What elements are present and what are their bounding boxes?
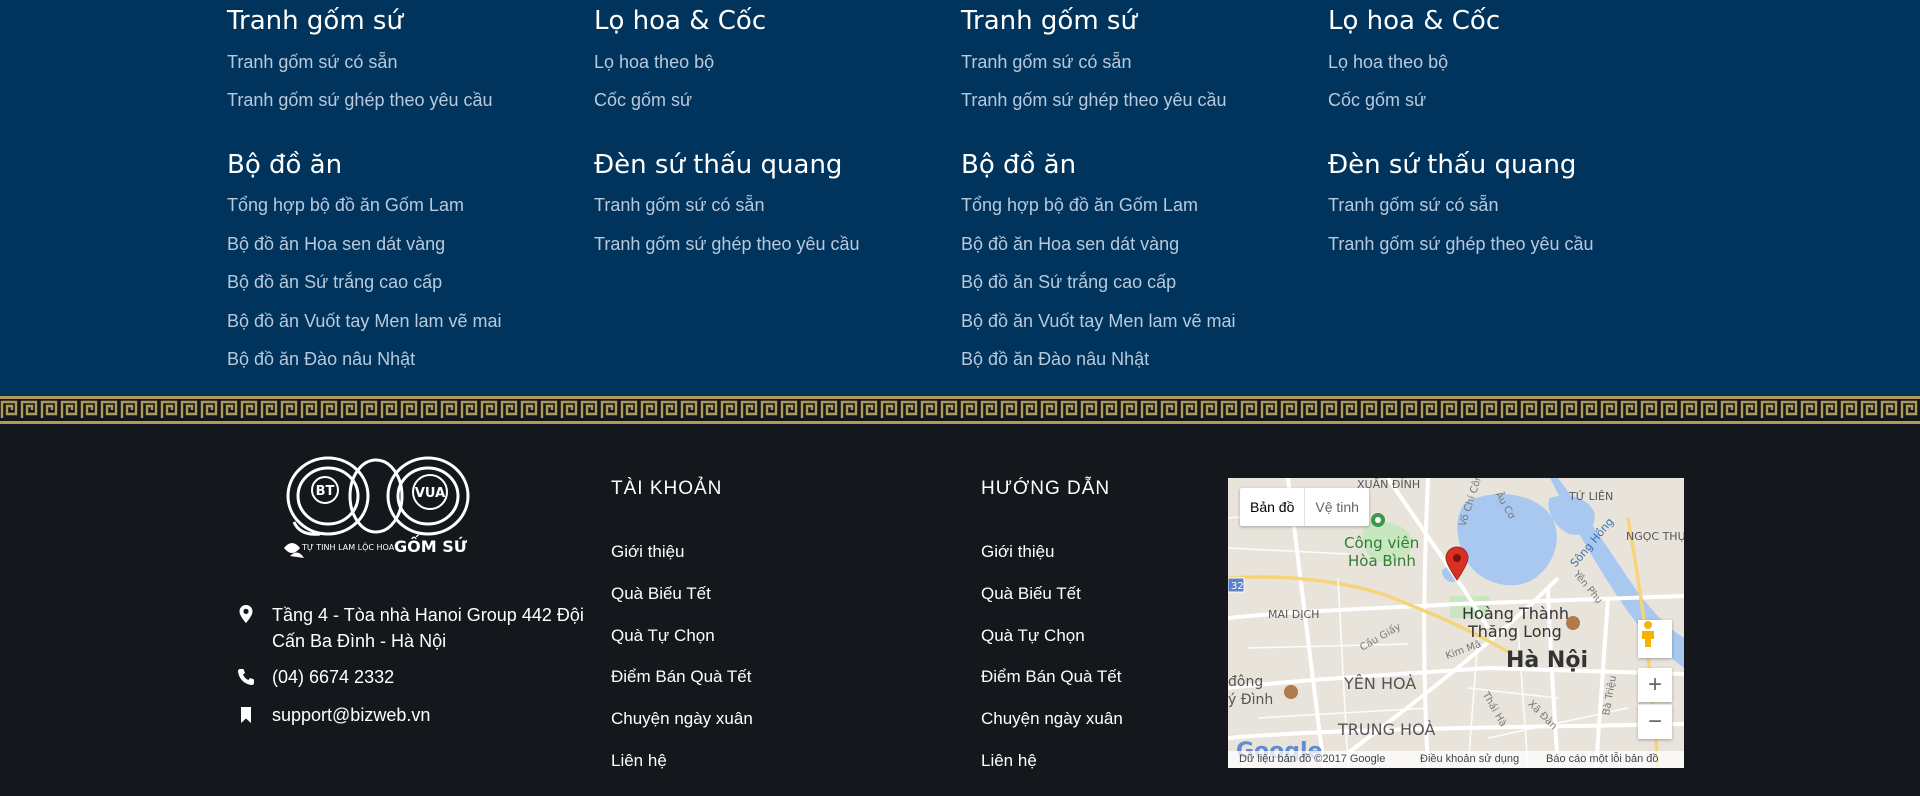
menu-link[interactable]: Tranh gốm sứ ghép theo yêu cầu (1328, 234, 1594, 255)
menu-link[interactable]: Bộ đồ ăn Đào nâu Nhật (227, 349, 415, 370)
menu-link[interactable]: Tranh gốm sứ có sẵn (594, 195, 764, 216)
menu-link[interactable]: Tổng hợp bộ đồ ăn Gốm Lam (227, 195, 464, 216)
map-label-tu-lien: TỨ LIÊN (1569, 490, 1614, 503)
menu-group-title[interactable]: Đèn sứ thấu quang (594, 150, 842, 180)
brand-logo[interactable]: BT VUA TỰ TINH LAM LỘC HOA GỐM SỨ (280, 452, 472, 568)
map-label-ngoc-thuy: NGỌC THỤY (1626, 530, 1684, 543)
menu-link[interactable]: Tổng hợp bộ đồ ăn Gốm Lam (961, 195, 1198, 216)
contact-address: Tầng 4 - Tòa nhà Hanoi Group 442 Đội Cấn… (236, 602, 596, 656)
map-type-satellite[interactable]: Vệ tinh (1304, 488, 1369, 526)
menu-group-title[interactable]: Tranh gốm sứ (961, 6, 1137, 36)
map-terms-link[interactable]: Điều khoản sử dụng (1420, 753, 1519, 765)
menu-link[interactable]: Tranh gốm sứ ghép theo yêu cầu (961, 90, 1227, 111)
guide-heading: HƯỚNG DẪN (981, 478, 1111, 499)
logo-brand: GỐM SỨ (394, 535, 468, 556)
greek-key-border (0, 396, 1920, 424)
account-heading: TÀI KHOẢN (611, 478, 723, 499)
menu-group-title[interactable]: Lọ hoa & Cốc (1328, 6, 1500, 36)
account-link-custom-gifts[interactable]: Quà Tự Chọn (611, 626, 715, 646)
map-attribution-bar: Dữ liệu bản đồ ©2017 Google Điều khoản s… (1228, 751, 1684, 768)
guide-link-custom-gifts[interactable]: Quà Tự Chọn (981, 626, 1085, 646)
contact-email: support@bizweb.vn (236, 702, 536, 730)
map-label-hoa-binh: Hòa Bình (1348, 552, 1416, 570)
phone-number[interactable]: (04) 6674 2332 (272, 664, 394, 690)
map-label-mai-dich: MAI DỊCH (1268, 608, 1320, 621)
zoom-out-button[interactable]: − (1638, 704, 1672, 739)
guide-link-tet-gifts[interactable]: Quà Biếu Tết (981, 584, 1081, 604)
map-label-dong: đông (1228, 674, 1264, 690)
map-marker-icon (239, 605, 253, 623)
menu-link[interactable]: Bộ đồ ăn Hoa sen dát vàng (227, 234, 445, 255)
account-link-spring-stories[interactable]: Chuyện ngày xuân (611, 709, 753, 729)
route-shield: 32 (1231, 581, 1244, 592)
menu-link[interactable]: Tranh gốm sứ có sẵn (227, 52, 397, 73)
footer-menu: Tranh gốm sứ Tranh gốm sứ có sẵn Tranh g… (0, 0, 1920, 396)
menu-link[interactable]: Cốc gốm sứ (1328, 90, 1426, 111)
menu-link[interactable]: Bộ đồ ăn Hoa sen dát vàng (961, 234, 1179, 255)
menu-link[interactable]: Bộ đồ ăn Vuốt tay Men lam vẽ mai (227, 311, 501, 332)
account-link-stores[interactable]: Điểm Bán Quà Tết (611, 667, 751, 687)
menu-link[interactable]: Tranh gốm sứ có sẵn (961, 52, 1131, 73)
menu-link[interactable]: Bộ đồ ăn Sứ trắng cao cấp (961, 272, 1176, 293)
map-type-roadmap[interactable]: Bản đồ (1240, 488, 1304, 526)
menu-link[interactable]: Lọ hoa theo bộ (1328, 52, 1448, 73)
menu-group-title[interactable]: Lọ hoa & Cốc (594, 6, 766, 36)
account-link-contact[interactable]: Liên hệ (611, 751, 667, 771)
map-label-xuan-dinh: XUÂN ĐỈNH (1357, 478, 1421, 491)
menu-link[interactable]: Tranh gốm sứ ghép theo yêu cầu (594, 234, 860, 255)
guide-link-contact[interactable]: Liên hệ (981, 751, 1037, 771)
zoom-in-button[interactable]: + (1638, 668, 1672, 702)
menu-link[interactable]: Lọ hoa theo bộ (594, 52, 714, 73)
guide-link-about[interactable]: Giới thiệu (981, 542, 1055, 562)
map-report-link[interactable]: Báo cáo một lỗi bản đồ (1546, 753, 1659, 765)
menu-link[interactable]: Bộ đồ ăn Vuốt tay Men lam vẽ mai (961, 311, 1235, 332)
menu-link[interactable]: Cốc gốm sứ (594, 90, 692, 111)
map-type-control: Bản đồ Vệ tinh (1240, 488, 1369, 526)
menu-group-title[interactable]: Bộ đồ ăn (961, 150, 1076, 180)
map-label-yen-hoa: YÊN HOÀ (1344, 674, 1417, 693)
account-link-tet-gifts[interactable]: Quà Biếu Tết (611, 584, 711, 604)
logo-graphic: BT VUA TỰ TINH LAM LỘC HOA GỐM SỨ (284, 456, 470, 558)
bookmark-icon (241, 707, 251, 723)
map-data-attribution: Dữ liệu bản đồ ©2017 Google (1239, 753, 1386, 765)
menu-link[interactable]: Tranh gốm sứ ghép theo yêu cầu (227, 90, 493, 111)
contact-phone: (04) 6674 2332 (236, 664, 536, 692)
account-link-about[interactable]: Giới thiệu (611, 542, 685, 562)
menu-group-title[interactable]: Bộ đồ ăn (227, 150, 342, 180)
guide-link-stores[interactable]: Điểm Bán Quà Tết (981, 667, 1121, 687)
email-address[interactable]: support@bizweb.vn (272, 702, 430, 728)
logo-badge-right: VUA (415, 486, 445, 501)
map-label-trung-hoa: TRUNG HOÀ (1338, 720, 1436, 739)
menu-link[interactable]: Bộ đồ ăn Sứ trắng cao cấp (227, 272, 442, 293)
logo-badge-left: BT (316, 484, 335, 499)
embedded-map[interactable]: 32 Bản đồ Vệ tinh XUÂN ĐỈNH Võ Chí Công … (1228, 478, 1684, 768)
map-label-hoang-thanh: Hoàng Thành (1462, 604, 1570, 623)
guide-link-spring-stories[interactable]: Chuyện ngày xuân (981, 709, 1123, 729)
map-label-cong-vien: Công viên (1344, 534, 1420, 552)
address-line-1: Tầng 4 - Tòa nhà Hanoi Group 442 Đội (272, 605, 584, 625)
greek-key-pattern (0, 396, 1920, 424)
map-label-thang-long: Thăng Long (1468, 622, 1562, 641)
menu-link[interactable]: Bộ đồ ăn Đào nâu Nhật (961, 349, 1149, 370)
phone-icon (238, 669, 254, 685)
map-label-ha-noi: Hà Nội (1506, 648, 1588, 673)
menu-group-title[interactable]: Tranh gốm sứ (227, 6, 403, 36)
menu-link[interactable]: Tranh gốm sứ có sẵn (1328, 195, 1498, 216)
logo-tagline: TỰ TINH LAM LỘC HOA (301, 541, 395, 552)
street-view-pegman-icon[interactable] (1638, 620, 1672, 658)
address-line-2: Cấn Ba Đình - Hà Nội (272, 631, 447, 651)
map-label-y-dinh: ý Đình (1228, 692, 1274, 708)
menu-group-title[interactable]: Đèn sứ thấu quang (1328, 150, 1576, 180)
